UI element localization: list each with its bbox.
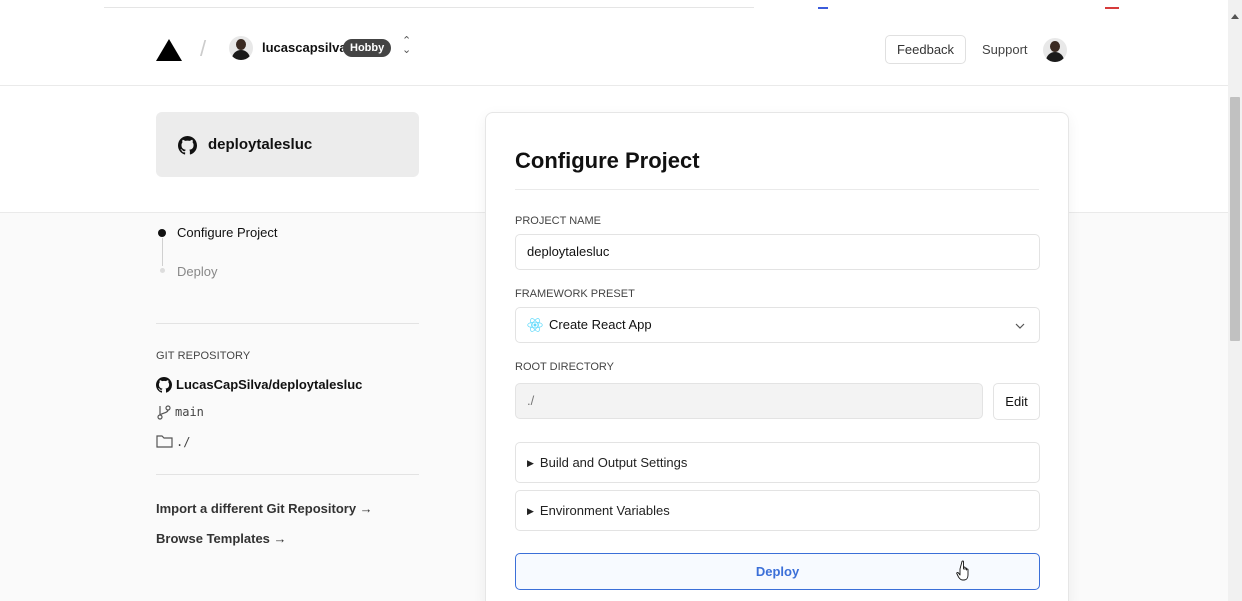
framework-preset-value: Create React App: [549, 317, 652, 332]
step-configure-project: Configure Project: [177, 225, 278, 240]
user-menu-avatar[interactable]: [1043, 38, 1067, 62]
step-inactive-dot: [160, 268, 165, 273]
project-name-input[interactable]: deploytalesluc: [515, 234, 1040, 270]
build-output-settings-label: Build and Output Settings: [539, 455, 688, 470]
feedback-button[interactable]: Feedback: [885, 35, 966, 64]
vertical-scrollbar[interactable]: [1228, 0, 1242, 601]
browse-templates-link[interactable]: Browse Templates →: [156, 531, 287, 546]
git-branch-name: main: [175, 405, 204, 419]
git-repo-name[interactable]: LucasCapSilva/deploytalesluc: [176, 377, 362, 392]
browser-top-strip: [0, 0, 1228, 12]
git-directory: ./: [176, 435, 191, 449]
support-link[interactable]: Support: [982, 42, 1028, 57]
account-switcher-chevron-icon[interactable]: ⌃ ⌄: [402, 36, 411, 56]
vercel-logo-icon[interactable]: [156, 39, 182, 61]
breadcrumb-separator: /: [200, 36, 207, 61]
react-icon: [527, 318, 543, 332]
repo-card-name: deploytalesluc: [208, 136, 313, 153]
step-deploy: Deploy: [177, 264, 218, 279]
framework-preset-select[interactable]: Create React App: [515, 307, 1040, 343]
git-repository-label: GIT REPOSITORY: [156, 350, 251, 362]
step-active-dot: [158, 229, 166, 237]
project-name-label: PROJECT NAME: [515, 215, 601, 227]
avatar[interactable]: [229, 36, 253, 60]
page-title: Configure Project: [515, 148, 700, 173]
git-branch-icon: [157, 405, 171, 420]
github-icon: [178, 136, 197, 155]
import-git-repository-link[interactable]: Import a different Git Repository →: [156, 501, 373, 516]
top-divider: [104, 7, 754, 8]
title-divider: [515, 189, 1039, 190]
environment-variables-label: Environment Variables: [539, 503, 670, 518]
root-directory-label: ROOT DIRECTORY: [515, 361, 615, 373]
github-icon: [156, 377, 172, 393]
scrollbar-thumb[interactable]: [1230, 97, 1240, 341]
account-name[interactable]: lucascapsilva: [262, 40, 347, 55]
triangle-right-icon: ▶: [527, 506, 534, 516]
sidebar-divider: [156, 323, 419, 324]
plan-badge: Hobby: [343, 39, 392, 57]
build-output-settings-toggle[interactable]: ▶ Build and Output Settings: [515, 442, 1040, 483]
root-directory-input: ./: [515, 383, 983, 419]
edit-root-directory-button[interactable]: Edit: [993, 383, 1040, 420]
hand-pointer-cursor-icon: [956, 560, 969, 581]
folder-icon: [156, 435, 173, 448]
top-accent-blue: [818, 7, 828, 9]
chevron-down-icon: [1015, 323, 1025, 329]
triangle-right-icon: ▶: [527, 458, 534, 468]
scroll-up-arrow-icon[interactable]: [1231, 14, 1239, 19]
step-connector: [162, 238, 163, 266]
environment-variables-toggle[interactable]: ▶ Environment Variables: [515, 490, 1040, 531]
sidebar-divider: [156, 474, 419, 475]
repo-card: deploytalesluc: [156, 112, 419, 177]
top-accent-red: [1105, 7, 1119, 9]
framework-preset-label: FRAMEWORK PRESET: [515, 288, 635, 300]
